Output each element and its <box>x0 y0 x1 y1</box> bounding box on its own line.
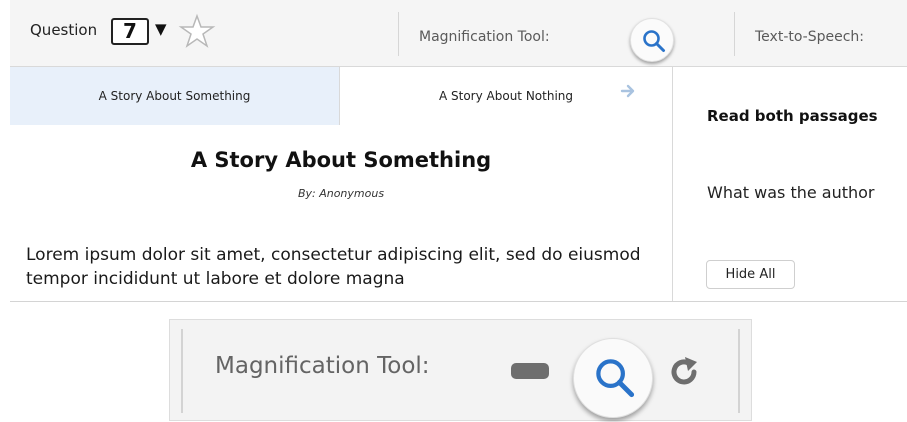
inset-divider <box>181 329 183 413</box>
star-outline-icon[interactable] <box>173 13 221 51</box>
toolbar: Question 7 ▼ Magnification Tool: Text-to… <box>10 0 907 67</box>
passage-panel: A Story About Something By: Anonymous Lo… <box>10 126 672 301</box>
passage-title: A Story About Something <box>190 148 492 172</box>
magnifier-icon <box>643 30 665 52</box>
magnification-tool-zoom-inset: Magnification Tool: <box>169 319 752 421</box>
magnification-button[interactable] <box>630 18 674 62</box>
inset-magnification-label: Magnification Tool: <box>215 353 430 379</box>
text-to-speech-label: Text-to-Speech: <box>755 29 865 45</box>
toolbar-divider <box>734 12 735 56</box>
inset-divider <box>738 329 740 413</box>
column-divider <box>672 67 673 301</box>
magnifier-icon <box>596 359 635 398</box>
test-window: Question 7 ▼ Magnification Tool: Text-to… <box>10 0 907 302</box>
right-arrow-icon[interactable] <box>620 83 638 99</box>
passage-author: By: Anonymous <box>297 187 385 200</box>
question-number-box[interactable]: 7 <box>111 18 149 45</box>
question-label: Question <box>30 21 98 39</box>
passage-tabs: A Story About Something A Story About No… <box>10 67 672 125</box>
hide-all-button[interactable]: Hide All <box>706 260 795 289</box>
question-text: What was the author <box>707 183 875 202</box>
minus-icon[interactable] <box>511 363 549 379</box>
toolbar-divider <box>398 12 399 56</box>
inset-magnification-button[interactable] <box>573 338 653 418</box>
tab-story-about-something[interactable]: A Story About Something <box>10 67 340 125</box>
magnification-tool-label: Magnification Tool: <box>419 29 550 45</box>
passage-body: Lorem ipsum dolor sit amet, consectetur … <box>26 245 641 289</box>
question-dropdown-icon[interactable]: ▼ <box>155 20 167 38</box>
question-instruction: Read both passages <box>707 107 878 125</box>
refresh-icon[interactable] <box>666 354 702 390</box>
